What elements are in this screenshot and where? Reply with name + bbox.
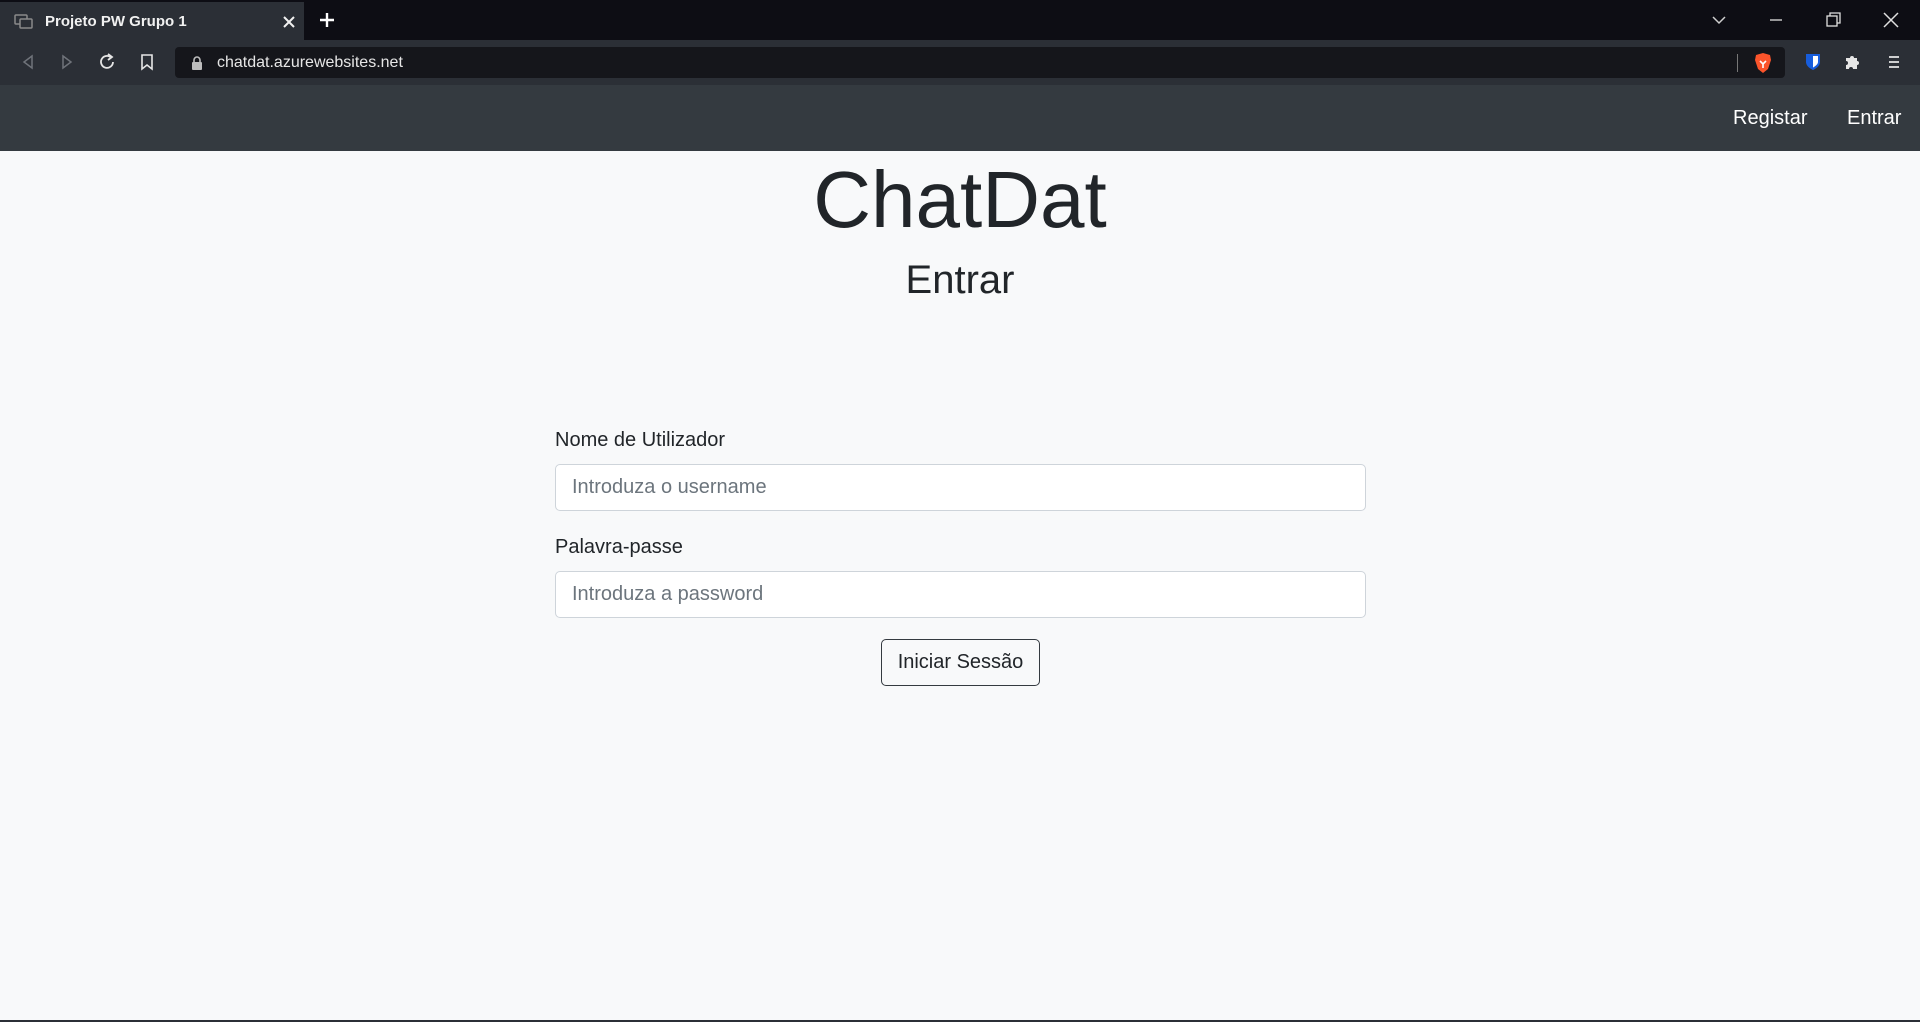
login-submit-button[interactable]: Iniciar Sessão [881,639,1040,686]
site-navbar: Registar Entrar [0,85,1920,151]
site-brand-title: ChatDat [813,155,1107,244]
bookmark-icon[interactable] [137,52,157,72]
username-label: Nome de Utilizador [555,429,726,451]
nav-login-link[interactable]: Entrar [1847,107,1901,130]
tab-title: Projeto PW Grupo 1 [45,13,187,30]
back-icon[interactable] [18,52,38,72]
nav-register-link[interactable]: Registar [1733,107,1807,130]
chevron-down-icon[interactable] [1709,10,1729,30]
browser-tab[interactable]: Projeto PW Grupo 1 [0,0,304,40]
minimize-icon[interactable] [1766,10,1786,30]
chat-favicon-icon [14,14,33,29]
close-window-icon[interactable] [1881,10,1901,30]
address-bar[interactable]: chatdat.azurewebsites.net [175,47,1785,78]
url-text[interactable]: chatdat.azurewebsites.net [217,54,403,72]
bitwarden-icon[interactable] [1803,52,1823,72]
browser-toolbar: chatdat.azurewebsites.net [0,40,1920,85]
browser-titlebar: Projeto PW Grupo 1 [0,0,1920,40]
address-bar-divider [1737,54,1738,72]
password-label: Palavra-passe [555,536,683,558]
brave-shields-icon[interactable] [1753,52,1773,74]
username-input[interactable] [555,464,1366,511]
forward-icon[interactable] [57,52,77,72]
plus-icon[interactable] [318,11,336,29]
password-input[interactable] [555,571,1366,618]
close-icon[interactable] [282,15,296,29]
restore-icon[interactable] [1823,10,1843,30]
page-title: Entrar [905,258,1015,302]
menu-icon[interactable] [1884,52,1904,72]
reload-icon[interactable] [97,52,117,72]
extensions-icon[interactable] [1842,52,1862,72]
lock-icon [192,56,202,70]
